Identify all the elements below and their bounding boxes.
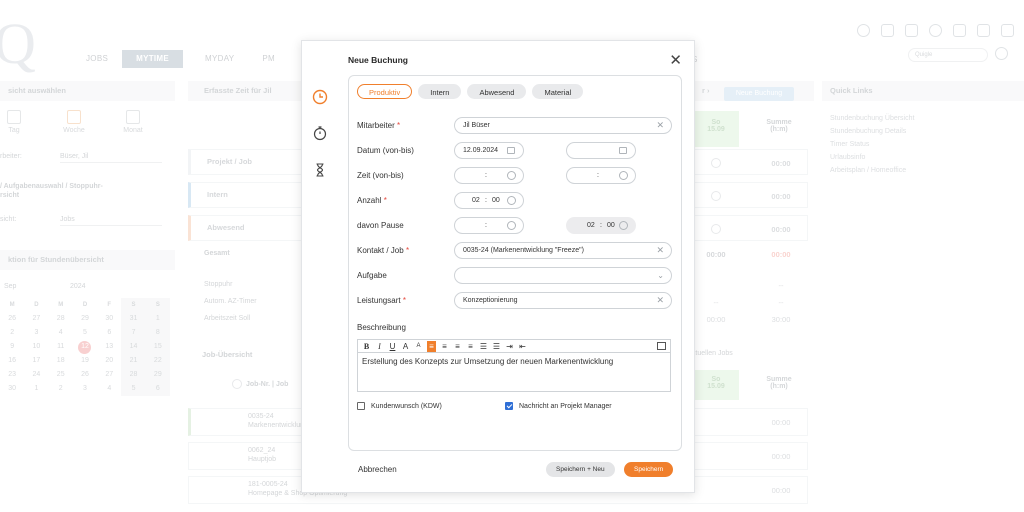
bold-button[interactable]: B (362, 341, 371, 352)
amount-field-label: Anzahl * (357, 196, 387, 205)
font-size-button[interactable]: A (401, 341, 410, 352)
dialog-title: Neue Buchung (348, 55, 408, 65)
employee-input[interactable]: Jil Büser ✕ (454, 117, 672, 134)
booking-type-tabs: Produktiv Intern Abwesend Material (357, 84, 584, 99)
date-to-input[interactable] (566, 142, 636, 159)
booking-form: Produktiv Intern Abwesend Material Mitar… (348, 75, 682, 451)
time-field-label: Zeit (von-bis) (357, 171, 404, 180)
numbered-list-icon[interactable]: ☰ (492, 341, 501, 352)
clock-icon[interactable] (507, 196, 516, 205)
clock-icon (619, 221, 628, 230)
time-from-input[interactable]: : (454, 167, 524, 184)
italic-button[interactable]: I (375, 341, 384, 352)
stopwatch-icon[interactable] (312, 125, 328, 141)
date-from-input[interactable]: 12.09.2024 (454, 142, 524, 159)
contact-job-field-label: Kontakt / Job * (357, 246, 410, 255)
pause-input[interactable]: : (454, 217, 524, 234)
save-new-button[interactable]: Speichern + Neu (546, 462, 615, 477)
pause-field-label: davon Pause (357, 221, 404, 230)
checkbox-unchecked[interactable] (357, 402, 365, 410)
checkbox-checked[interactable] (505, 402, 513, 410)
employee-field-label: Mitarbeiter * (357, 121, 401, 130)
font-size-small-button[interactable]: A (414, 341, 423, 352)
expand-icon[interactable] (657, 342, 666, 350)
time-to-input[interactable]: : (566, 167, 636, 184)
date-field-label: Datum (von-bis) (357, 146, 414, 155)
tab-intern[interactable]: Intern (418, 84, 462, 99)
save-button[interactable]: Speichern (624, 462, 674, 477)
contact-job-input[interactable]: 0035-24 (Markenentwicklung "Freeze") ✕ (454, 242, 672, 259)
hourglass-icon[interactable] (312, 162, 328, 178)
amount-input[interactable]: 02:00 (454, 192, 524, 209)
pause-duration-display: 02:00 (566, 217, 636, 234)
description-field-label: Beschreibung (357, 323, 406, 332)
chevron-down-icon[interactable]: ⌄ (657, 268, 664, 283)
notify-pm-checkbox[interactable]: Nachricht an Projekt Manager (505, 402, 612, 410)
tab-produktiv[interactable]: Produktiv (357, 84, 413, 99)
customer-request-checkbox[interactable]: Kundenwunsch (KDW) (357, 402, 442, 410)
clock-icon[interactable] (507, 221, 516, 230)
service-type-field-label: Leistungsart * (357, 296, 406, 305)
clear-icon[interactable]: ✕ (656, 118, 664, 133)
calendar-icon[interactable] (619, 147, 627, 154)
task-field-label: Aufgabe (357, 271, 387, 280)
align-right-icon[interactable]: ≡ (453, 341, 462, 352)
description-editor[interactable]: Erstellung des Konzepts zur Umsetzung de… (357, 352, 671, 392)
close-icon[interactable]: ✕ (669, 51, 682, 69)
underline-button[interactable]: U (388, 341, 397, 352)
service-type-input[interactable]: Konzeptionierung ✕ (454, 292, 672, 309)
task-select[interactable]: ⌄ (454, 267, 672, 284)
clear-icon[interactable]: ✕ (656, 293, 664, 308)
cancel-button[interactable]: Abbrechen (358, 465, 397, 474)
tab-material[interactable]: Material (532, 84, 584, 99)
clear-icon[interactable]: ✕ (656, 243, 664, 258)
clock-icon[interactable] (619, 171, 628, 180)
clock-icon[interactable] (312, 89, 328, 105)
tab-abwesend[interactable]: Abwesend (467, 84, 527, 99)
indent-icon[interactable]: ⇥ (505, 341, 514, 352)
align-justify-icon[interactable]: ≡ (466, 341, 475, 352)
align-left-icon[interactable]: ≡ (427, 340, 436, 352)
rich-text-toolbar: B I U A A ≡ ≡ ≡ ≡ ☰ ☰ ⇥ ⇤ (357, 339, 671, 352)
calendar-icon[interactable] (507, 147, 515, 154)
clock-icon[interactable] (507, 171, 516, 180)
neue-buchung-dialog: Neue Buchung ✕ Produktiv Intern Abwesend… (301, 40, 695, 493)
bullet-list-icon[interactable]: ☰ (479, 341, 488, 352)
outdent-icon[interactable]: ⇤ (518, 341, 527, 352)
align-center-icon[interactable]: ≡ (440, 341, 449, 352)
